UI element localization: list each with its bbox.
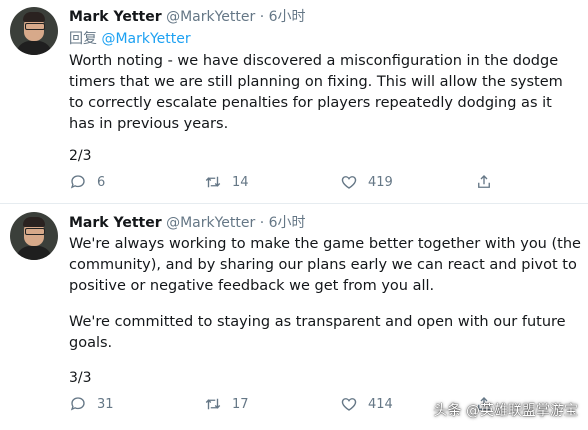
reply-button[interactable]: 31 — [69, 395, 114, 413]
tweet-2[interactable]: Mark Yetter @MarkYetter · 6小时 We're alwa… — [0, 0, 588, 412]
reply-count: 31 — [97, 396, 114, 412]
thread-count: 3/3 — [69, 370, 92, 386]
like-button[interactable]: 414 — [340, 395, 393, 413]
heart-icon — [341, 398, 357, 411]
tweet-text: We're always working to make the game be… — [69, 234, 581, 369]
watermark: 头条 @英雄联盟掌游宝 — [433, 403, 578, 419]
tweet-paragraph: We're committed to staying as transparen… — [69, 314, 566, 351]
retweet-count: 17 — [232, 396, 249, 412]
reply-icon — [70, 397, 85, 411]
avatar-glasses — [25, 228, 45, 235]
header-separator: · — [259, 215, 265, 231]
retweet-button[interactable]: 17 — [204, 395, 249, 413]
avatar-hair — [23, 217, 45, 227]
tweet-header: Mark Yetter @MarkYetter · 6小时 — [69, 214, 306, 232]
avatar[interactable] — [10, 212, 58, 260]
author-name[interactable]: Mark Yetter — [69, 215, 162, 231]
tweet-paragraph: We're always working to make the game be… — [69, 236, 581, 294]
retweet-icon — [205, 398, 221, 410]
like-count: 414 — [368, 396, 393, 412]
avatar-shirt — [16, 246, 52, 260]
tweet-time[interactable]: 6小时 — [269, 215, 306, 231]
author-handle[interactable]: @MarkYetter — [166, 215, 255, 231]
